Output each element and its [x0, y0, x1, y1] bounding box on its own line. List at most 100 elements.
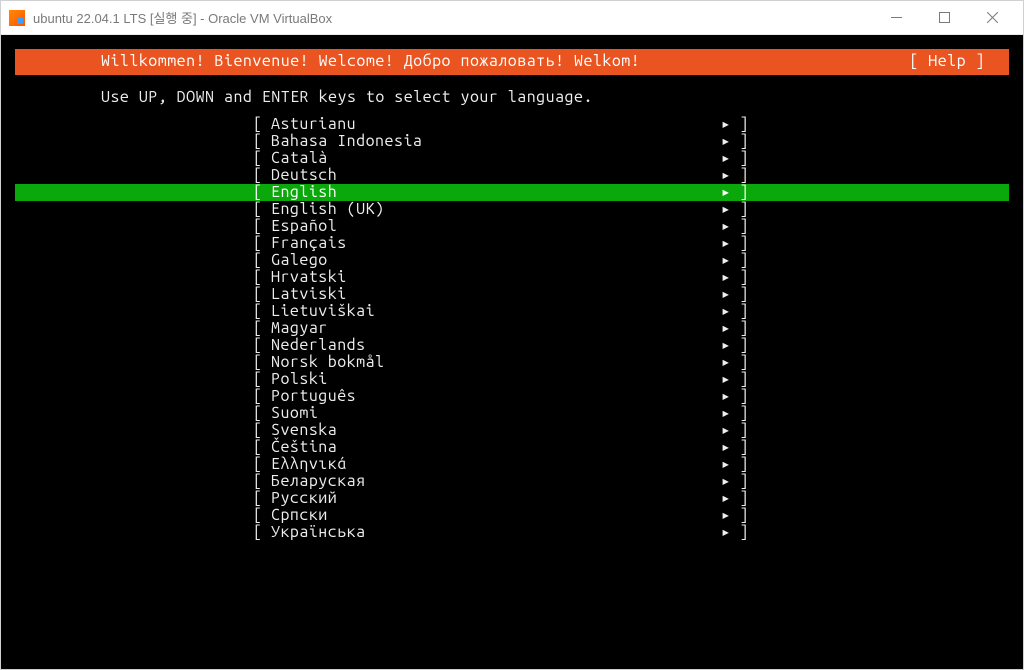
- bracket-open: [: [253, 524, 271, 542]
- bracket-open: [: [253, 320, 271, 338]
- language-label: Русский: [271, 490, 713, 508]
- bracket-close: ]: [731, 150, 749, 168]
- language-label: Ελληνικά: [271, 456, 713, 474]
- language-option[interactable]: [Nederlands▸]: [15, 337, 1009, 354]
- bracket-open: [: [253, 252, 271, 270]
- maximize-button[interactable]: [921, 3, 967, 33]
- chevron-right-icon: ▸: [713, 218, 731, 236]
- language-label: Magyar: [271, 320, 713, 338]
- language-label: Asturianu: [271, 116, 713, 134]
- language-option[interactable]: [Беларуская▸]: [15, 473, 1009, 490]
- chevron-right-icon: ▸: [713, 167, 731, 185]
- chevron-right-icon: ▸: [713, 320, 731, 338]
- chevron-right-icon: ▸: [713, 354, 731, 372]
- minimize-button[interactable]: [873, 3, 919, 33]
- bracket-open: [: [253, 184, 271, 202]
- language-option[interactable]: [Galego▸]: [15, 252, 1009, 269]
- bracket-open: [: [253, 405, 271, 423]
- language-option[interactable]: [Polski▸]: [15, 371, 1009, 388]
- language-option[interactable]: [English (UK)▸]: [15, 201, 1009, 218]
- bracket-open: [: [253, 150, 271, 168]
- language-option[interactable]: [English▸]: [15, 184, 1009, 201]
- bracket-open: [: [253, 201, 271, 219]
- language-label: English (UK): [271, 201, 713, 219]
- close-button[interactable]: [969, 3, 1015, 33]
- language-label: Српски: [271, 507, 713, 525]
- language-option[interactable]: [Ελληνικά▸]: [15, 456, 1009, 473]
- bracket-close: ]: [731, 218, 749, 236]
- bracket-close: ]: [731, 201, 749, 219]
- bracket-close: ]: [731, 184, 749, 202]
- bracket-open: [: [253, 269, 271, 287]
- language-label: Português: [271, 388, 713, 406]
- language-option[interactable]: [Hrvatski▸]: [15, 269, 1009, 286]
- instruction-text: Use UP, DOWN and ENTER keys to select yo…: [15, 75, 1009, 117]
- language-option[interactable]: [Français▸]: [15, 235, 1009, 252]
- bracket-close: ]: [731, 456, 749, 474]
- close-icon: [987, 12, 998, 23]
- language-option[interactable]: [Svenska▸]: [15, 422, 1009, 439]
- language-label: Bahasa Indonesia: [271, 133, 713, 151]
- language-label: Беларуская: [271, 473, 713, 491]
- language-option[interactable]: [Català▸]: [15, 150, 1009, 167]
- bracket-close: ]: [731, 235, 749, 253]
- language-option[interactable]: [Magyar▸]: [15, 320, 1009, 337]
- language-option[interactable]: [Suomi▸]: [15, 405, 1009, 422]
- language-option[interactable]: [Српски▸]: [15, 507, 1009, 524]
- vm-display-area: Willkommen! Bienvenue! Welcome! Добро по…: [1, 35, 1023, 669]
- virtualbox-icon: [9, 10, 25, 26]
- chevron-right-icon: ▸: [713, 184, 731, 202]
- bracket-close: ]: [731, 116, 749, 134]
- chevron-right-icon: ▸: [713, 303, 731, 321]
- language-option[interactable]: [Українська▸]: [15, 524, 1009, 541]
- language-option[interactable]: [Português▸]: [15, 388, 1009, 405]
- language-option[interactable]: [Русский▸]: [15, 490, 1009, 507]
- help-button[interactable]: [ Help ]: [885, 53, 1009, 71]
- chevron-right-icon: ▸: [713, 150, 731, 168]
- bracket-close: ]: [731, 303, 749, 321]
- language-label: Lietuviškai: [271, 303, 713, 321]
- window-controls: [873, 3, 1015, 33]
- language-option[interactable]: [Čeština▸]: [15, 439, 1009, 456]
- bracket-close: ]: [731, 524, 749, 542]
- bracket-close: ]: [731, 167, 749, 185]
- language-option[interactable]: [Bahasa Indonesia▸]: [15, 133, 1009, 150]
- bracket-open: [: [253, 235, 271, 253]
- ubuntu-installer-screen[interactable]: Willkommen! Bienvenue! Welcome! Добро по…: [15, 49, 1009, 655]
- chevron-right-icon: ▸: [713, 388, 731, 406]
- language-label: Norsk bokmål: [271, 354, 713, 372]
- language-option[interactable]: [Deutsch▸]: [15, 167, 1009, 184]
- language-option[interactable]: [Asturianu▸]: [15, 116, 1009, 133]
- language-list[interactable]: [Asturianu▸][Bahasa Indonesia▸][Català▸]…: [15, 116, 1009, 541]
- bracket-open: [: [253, 116, 271, 134]
- language-option[interactable]: [Latviski▸]: [15, 286, 1009, 303]
- chevron-right-icon: ▸: [713, 473, 731, 491]
- bracket-close: ]: [731, 422, 749, 440]
- chevron-right-icon: ▸: [713, 439, 731, 457]
- language-label: Català: [271, 150, 713, 168]
- window-titlebar: ubuntu 22.04.1 LTS [실행 중] - Oracle VM Vi…: [1, 1, 1023, 35]
- language-label: Polski: [271, 371, 713, 389]
- chevron-right-icon: ▸: [713, 422, 731, 440]
- language-option[interactable]: [Norsk bokmål▸]: [15, 354, 1009, 371]
- language-label: Deutsch: [271, 167, 713, 185]
- bracket-close: ]: [731, 354, 749, 372]
- language-label: English: [271, 184, 713, 202]
- language-label: Suomi: [271, 405, 713, 423]
- bracket-open: [: [253, 286, 271, 304]
- chevron-right-icon: ▸: [713, 507, 731, 525]
- bracket-open: [: [253, 473, 271, 491]
- language-option[interactable]: [Español▸]: [15, 218, 1009, 235]
- bracket-open: [: [253, 490, 271, 508]
- chevron-right-icon: ▸: [713, 269, 731, 287]
- bracket-close: ]: [731, 490, 749, 508]
- bracket-close: ]: [731, 371, 749, 389]
- language-option[interactable]: [Lietuviškai▸]: [15, 303, 1009, 320]
- welcome-text: Willkommen! Bienvenue! Welcome! Добро по…: [15, 53, 885, 71]
- language-label: Українська: [271, 524, 713, 542]
- bracket-open: [: [253, 303, 271, 321]
- bracket-close: ]: [731, 286, 749, 304]
- bracket-open: [: [253, 371, 271, 389]
- chevron-right-icon: ▸: [713, 456, 731, 474]
- bracket-open: [: [253, 218, 271, 236]
